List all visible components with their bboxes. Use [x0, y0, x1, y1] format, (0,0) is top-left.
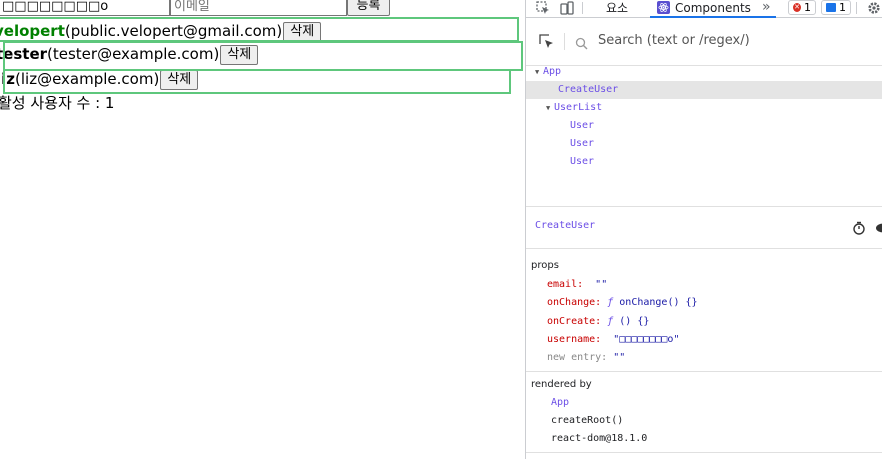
- message-icon: [826, 3, 836, 12]
- delete-button-velopert[interactable]: 삭제: [283, 22, 322, 42]
- component-search-input[interactable]: [596, 32, 860, 49]
- select-element-icon[interactable]: [539, 34, 554, 53]
- tree-item-label: User: [570, 156, 595, 167]
- prop-email[interactable]: email: "": [547, 276, 607, 294]
- expand-arrow[interactable]: ▼: [535, 63, 543, 81]
- user-email: (liz@example.com): [15, 70, 160, 88]
- tree-item-userlist[interactable]: ▼ UserList: [526, 99, 882, 117]
- tree-item-label: User: [570, 120, 595, 131]
- user-name[interactable]: tester: [0, 45, 47, 63]
- prop-username[interactable]: username: "□□□□□□□□o": [547, 331, 679, 349]
- inspect-icon[interactable]: [534, 0, 552, 16]
- devtools-panel: 요소 Components » ✕ 1 1 Search (text or /r…: [525, 0, 882, 459]
- prop-onchange[interactable]: onChange: ƒ onChange() {}: [547, 294, 698, 312]
- prop-oncreate[interactable]: onCreate: ƒ () {}: [547, 313, 649, 331]
- props-title: props: [531, 260, 559, 271]
- tree-item-user[interactable]: User: [526, 153, 882, 171]
- email-input[interactable]: [170, 0, 347, 16]
- username-input[interactable]: [0, 0, 170, 16]
- settings-gear-icon[interactable]: [866, 0, 882, 16]
- user-item-liz: liz(liz@example.com)삭제: [0, 68, 199, 90]
- tab-components-label: Components: [675, 1, 751, 15]
- error-icon: ✕: [793, 3, 801, 12]
- tree-item-user[interactable]: User: [526, 117, 882, 135]
- tabbar-separator: [582, 2, 583, 14]
- component-tree: ▼ App CreateUser ▼ UserList User User User: [526, 66, 882, 207]
- app-pane: 등록 velopert(public.velopert@gmail.com)삭제…: [0, 0, 525, 459]
- react-icon: [657, 1, 670, 14]
- expand-arrow[interactable]: ▼: [546, 99, 554, 117]
- device-toggle-icon[interactable]: [559, 0, 575, 16]
- stopwatch-icon[interactable]: [852, 220, 866, 239]
- rendered-by-app[interactable]: App: [551, 394, 569, 412]
- tree-item-user[interactable]: User: [526, 135, 882, 153]
- delete-button-liz[interactable]: 삭제: [160, 70, 199, 90]
- tree-item-label: User: [570, 138, 595, 149]
- active-user-count: 활성 사용자 수 : 1: [0, 94, 115, 112]
- search-separator: [564, 33, 565, 50]
- user-name[interactable]: liz: [0, 70, 15, 88]
- prop-new-entry[interactable]: new entry: "": [547, 349, 625, 367]
- user-email: (tester@example.com): [47, 45, 220, 63]
- user-email: (public.velopert@gmail.com): [64, 22, 283, 40]
- component-search-bar: [526, 18, 882, 66]
- user-item-velopert: velopert(public.velopert@gmail.com) 삭제: [0, 20, 322, 42]
- inspector-header: CreateUser: [526, 207, 882, 249]
- more-tabs-button[interactable]: »: [762, 0, 776, 17]
- user-name[interactable]: velopert: [0, 22, 65, 40]
- tabbar-separator-2: [856, 2, 857, 14]
- tab-components[interactable]: Components: [650, 0, 776, 18]
- section-divider: [526, 371, 882, 372]
- error-badge[interactable]: ✕ 1: [788, 0, 816, 15]
- devtools-tabbar: 요소 Components » ✕ 1 1: [526, 0, 882, 18]
- inspected-component-name: CreateUser: [535, 220, 596, 231]
- eye-icon[interactable]: [875, 220, 882, 239]
- section-divider: [526, 452, 882, 453]
- user-item-tester: tester(tester@example.com) 삭제: [0, 43, 259, 65]
- tree-item-createuser[interactable]: CreateUser: [526, 81, 882, 99]
- message-badge[interactable]: 1: [821, 0, 851, 15]
- delete-button-tester[interactable]: 삭제: [220, 45, 259, 65]
- tree-item-label: UserList: [554, 102, 603, 113]
- rendered-by-react-dom: react-dom@18.1.0: [551, 433, 648, 444]
- search-icon: [575, 35, 588, 54]
- rendered-by-createroot: createRoot(): [551, 415, 624, 426]
- register-button[interactable]: 등록: [347, 0, 390, 16]
- tab-elements[interactable]: 요소: [594, 0, 640, 17]
- error-count: 1: [804, 0, 811, 14]
- message-count: 1: [839, 0, 846, 14]
- tree-item-label: CreateUser: [558, 84, 619, 95]
- tree-item-app[interactable]: ▼ App: [526, 63, 882, 81]
- rendered-by-title: rendered by: [531, 379, 592, 390]
- tree-item-label: App: [543, 66, 562, 77]
